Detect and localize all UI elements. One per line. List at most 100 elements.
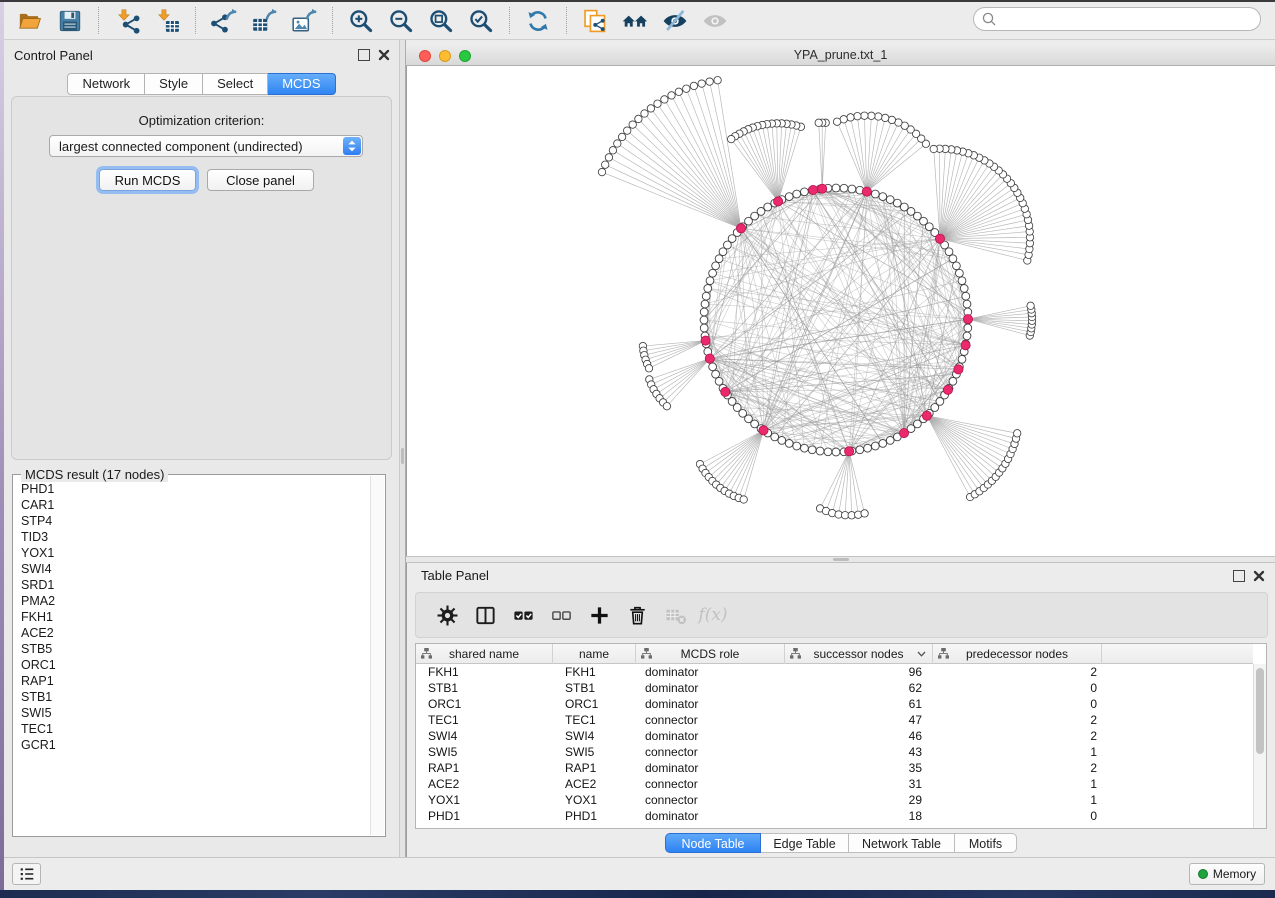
splitter-grip[interactable] xyxy=(833,558,849,561)
search-input[interactable] xyxy=(997,9,1260,29)
export-network-button[interactable] xyxy=(204,5,244,36)
run-mcds-button[interactable]: Run MCDS xyxy=(99,169,196,191)
table-cell: 18 xyxy=(785,808,933,824)
network-window-titlebar[interactable]: YPA_prune.txt_1 xyxy=(406,45,1275,66)
mcds-result-item[interactable]: SWI5 xyxy=(15,705,370,721)
refresh-button[interactable] xyxy=(518,5,558,36)
zoom-fit-button[interactable] xyxy=(421,5,461,36)
column-header-shared-name[interactable]: shared name xyxy=(416,644,553,664)
splitter-grip[interactable] xyxy=(401,448,404,464)
tab-motifs[interactable]: Motifs xyxy=(955,833,1017,853)
table-row[interactable]: ACE2ACE2connector311 xyxy=(416,776,1253,792)
table-row[interactable]: SWI4SWI4dominator462 xyxy=(416,728,1253,744)
column-label: name xyxy=(553,647,635,661)
vertical-splitter[interactable] xyxy=(399,40,406,857)
tab-network[interactable]: Network xyxy=(67,73,145,95)
mcds-result-item[interactable]: ACE2 xyxy=(15,625,370,641)
gear-button[interactable] xyxy=(428,598,466,632)
column-header-successor-nodes[interactable]: successor nodes xyxy=(785,644,933,664)
mcds-result-item[interactable]: YOX1 xyxy=(15,545,370,561)
mcds-result-item[interactable]: RAP1 xyxy=(15,673,370,689)
task-history-button[interactable] xyxy=(12,863,41,885)
zoom-out-button[interactable] xyxy=(381,5,421,36)
search-box[interactable] xyxy=(973,7,1261,31)
export-table-button[interactable] xyxy=(244,5,284,36)
toolbar-separator xyxy=(566,7,567,34)
table-delete-button[interactable] xyxy=(656,598,694,632)
tab-network-table[interactable]: Network Table xyxy=(849,833,955,853)
scrollbar-thumb[interactable] xyxy=(1256,668,1264,754)
table-row[interactable]: ORC1ORC1dominator610 xyxy=(416,696,1253,712)
tab-edge-table[interactable]: Edge Table xyxy=(761,833,849,853)
network-view[interactable] xyxy=(406,66,1275,556)
mcds-result-item[interactable]: STB5 xyxy=(15,641,370,657)
check-all-button[interactable] xyxy=(504,598,542,632)
table-row[interactable]: PHD1PHD1dominator180 xyxy=(416,808,1253,824)
table-cell: dominator xyxy=(636,680,785,696)
tab-node-table[interactable]: Node Table xyxy=(665,833,761,853)
table-cell: TEC1 xyxy=(553,712,636,728)
table-cell: STB1 xyxy=(553,680,636,696)
float-panel-icon[interactable] xyxy=(358,49,370,61)
table-scrollbar[interactable] xyxy=(1253,664,1266,828)
table-row[interactable]: RAP1RAP1dominator352 xyxy=(416,760,1253,776)
mcds-result-item[interactable]: PHD1 xyxy=(15,481,370,497)
uncheck-all-button[interactable] xyxy=(542,598,580,632)
folder-open-button[interactable] xyxy=(10,5,50,36)
float-panel-icon[interactable] xyxy=(1233,570,1245,582)
column-header-MCDS-role[interactable]: MCDS role xyxy=(636,644,785,664)
horizontal-splitter[interactable] xyxy=(406,556,1275,563)
optimization-criterion-select[interactable]: largest connected component (undirected) xyxy=(49,135,363,157)
mcds-result-item[interactable]: FKH1 xyxy=(15,609,370,625)
network-graph[interactable] xyxy=(407,66,1275,556)
trash-button[interactable] xyxy=(618,598,656,632)
tab-mcds[interactable]: MCDS xyxy=(268,73,335,95)
columns-button[interactable] xyxy=(466,598,504,632)
zoom-selected-button[interactable] xyxy=(461,5,501,36)
plus-icon xyxy=(588,604,611,627)
hide-eye-button[interactable] xyxy=(655,5,695,36)
show-eye-button[interactable] xyxy=(695,5,735,36)
memory-button[interactable]: Memory xyxy=(1189,863,1265,885)
table-cell: connector xyxy=(636,776,785,792)
table-row[interactable]: TEC1TEC1connector472 xyxy=(416,712,1253,728)
mcds-result-item[interactable]: SWI4 xyxy=(15,561,370,577)
plus-button[interactable] xyxy=(580,598,618,632)
import-network-button[interactable] xyxy=(107,5,147,36)
mcds-result-item[interactable]: PMA2 xyxy=(15,593,370,609)
result-scrollbar[interactable] xyxy=(370,476,384,835)
import-table-button[interactable] xyxy=(147,5,187,36)
table-cell: 0 xyxy=(933,696,1102,712)
mcds-result-item[interactable]: TEC1 xyxy=(15,721,370,737)
mcds-panel: Optimization criterion: largest connecte… xyxy=(11,96,392,460)
column-label: MCDS role xyxy=(636,647,784,661)
show-eye-icon xyxy=(702,8,728,34)
close-panel-icon[interactable] xyxy=(1253,570,1265,582)
toolbar-separator xyxy=(509,7,510,34)
close-panel-button[interactable]: Close panel xyxy=(207,169,314,191)
zoom-in-button[interactable] xyxy=(341,5,381,36)
mcds-result-item[interactable]: SRD1 xyxy=(15,577,370,593)
table-row[interactable]: SWI5SWI5connector431 xyxy=(416,744,1253,760)
table-panel-title: Table Panel xyxy=(421,568,489,583)
mcds-result-item[interactable]: TID3 xyxy=(15,529,370,545)
fx-button[interactable]: f(x) xyxy=(694,598,732,632)
table-row[interactable]: FKH1FKH1dominator962 xyxy=(416,664,1253,680)
close-panel-icon[interactable] xyxy=(378,49,390,61)
copy-network-button[interactable] xyxy=(575,5,615,36)
tab-style[interactable]: Style xyxy=(145,73,203,95)
mcds-result-item[interactable]: STB1 xyxy=(15,689,370,705)
table-row[interactable]: STB1STB1dominator620 xyxy=(416,680,1253,696)
table-row[interactable]: YOX1YOX1connector291 xyxy=(416,792,1253,808)
table-cell: dominator xyxy=(636,760,785,776)
mcds-result-item[interactable]: ORC1 xyxy=(15,657,370,673)
save-button[interactable] xyxy=(50,5,90,36)
mcds-result-item[interactable]: CAR1 xyxy=(15,497,370,513)
column-header-name[interactable]: name xyxy=(553,644,636,664)
mcds-result-item[interactable]: STP4 xyxy=(15,513,370,529)
export-image-button[interactable] xyxy=(284,5,324,36)
tab-select[interactable]: Select xyxy=(203,73,268,95)
mcds-result-item[interactable]: GCR1 xyxy=(15,737,370,753)
column-header-predecessor-nodes[interactable]: predecessor nodes xyxy=(933,644,1102,664)
houses-button[interactable] xyxy=(615,5,655,36)
